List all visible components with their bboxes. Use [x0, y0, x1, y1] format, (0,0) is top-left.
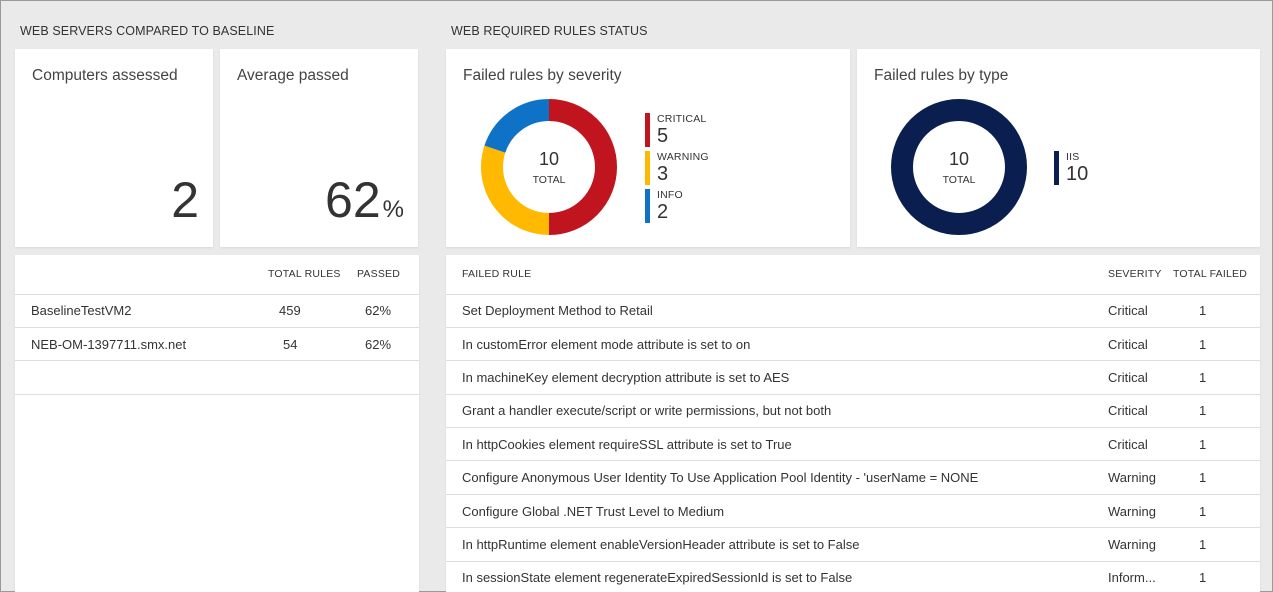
legend-label: WARNING — [657, 151, 709, 163]
severity: Critical — [1091, 360, 1173, 395]
severity: Critical — [1091, 394, 1173, 429]
failed-rule-name: Configure Global .NET Trust Level to Med… — [446, 494, 1091, 529]
total-failed: 1 — [1173, 527, 1260, 562]
table-row[interactable]: Configure Global .NET Trust Level to Med… — [446, 494, 1260, 529]
average-passed-value: 62% — [325, 172, 404, 228]
severity: Inform... — [1091, 561, 1173, 592]
total-failed: 1 — [1173, 494, 1260, 529]
col-total-failed[interactable]: TOTAL FAILED — [1173, 255, 1260, 295]
failed-rule-name: In httpCookies element requireSSL attrib… — [446, 427, 1091, 462]
severity: Warning — [1091, 527, 1173, 562]
legend-label: CRITICAL — [657, 113, 707, 125]
severity-donut-chart[interactable]: 10 TOTAL — [479, 97, 619, 237]
severity-total-value: 10 — [539, 149, 559, 169]
total-failed: 1 — [1173, 360, 1260, 395]
failed-rule-name: Configure Anonymous User Identity To Use… — [446, 460, 1091, 495]
failed-rules-table: FAILED RULE SEVERITY TOTAL FAILED Set De… — [446, 255, 1260, 592]
table-row[interactable]: NEB-OM-1397711.smx.net 54 62% — [15, 327, 419, 362]
failed-rule-name: In customError element mode attribute is… — [446, 327, 1091, 362]
computer-name: NEB-OM-1397711.smx.net — [15, 327, 245, 362]
legend-swatch-critical — [645, 113, 650, 147]
failed-rule-name: In machineKey element decryption attribu… — [446, 360, 1091, 395]
total-failed: 1 — [1173, 460, 1260, 495]
average-passed-label: Average passed — [237, 67, 349, 84]
percent-unit: % — [382, 196, 404, 223]
total-failed: 1 — [1173, 394, 1260, 429]
severity-donut-tile[interactable]: Failed rules by severity 10 TOTAL CRITIC… — [446, 49, 850, 247]
failed-rule-name: Set Deployment Method to Retail — [446, 294, 1091, 328]
computers-table: TOTAL RULES PASSED BaselineTestVM2 459 6… — [15, 255, 419, 395]
severity-donut-title: Failed rules by severity — [463, 67, 622, 84]
severity-total-label: TOTAL — [533, 174, 566, 186]
legend-label: IIS — [1066, 151, 1080, 163]
type-donut-tile[interactable]: Failed rules by type 10 TOTAL IIS 10 — [857, 49, 1260, 247]
total-failed: 1 — [1173, 327, 1260, 362]
computers-assessed-label: Computers assessed — [32, 67, 178, 84]
table-row[interactable]: In sessionState element regenerateExpire… — [446, 561, 1260, 592]
total-rules: 54 — [245, 327, 345, 362]
type-donut-title: Failed rules by type — [874, 67, 1009, 84]
passed: 62% — [345, 327, 419, 362]
legend-value: 10 — [1066, 163, 1089, 185]
col-name — [15, 255, 245, 295]
total-failed: 1 — [1173, 294, 1260, 328]
legend-value: 3 — [657, 163, 669, 185]
col-severity[interactable]: SEVERITY — [1091, 255, 1173, 295]
type-total-value: 10 — [949, 149, 969, 169]
type-total-label: TOTAL — [943, 174, 976, 186]
severity: Warning — [1091, 494, 1173, 529]
empty-row — [15, 360, 419, 395]
failed-rule-name: In httpRuntime element enableVersionHead… — [446, 527, 1091, 562]
severity: Warning — [1091, 460, 1173, 495]
severity: Critical — [1091, 427, 1173, 462]
failed-rule-name: In sessionState element regenerateExpire… — [446, 561, 1091, 592]
failed-rule-name: Grant a handler execute/script or write … — [446, 394, 1091, 429]
type-donut-chart[interactable]: 10 TOTAL — [889, 97, 1029, 237]
computers-table-panel: TOTAL RULES PASSED BaselineTestVM2 459 6… — [15, 255, 419, 592]
legend-swatch-warning — [645, 151, 650, 185]
legend-value: 5 — [657, 125, 669, 147]
table-row[interactable]: Grant a handler execute/script or write … — [446, 394, 1260, 429]
type-legend: IIS 10 — [1054, 151, 1088, 189]
legend-item-info[interactable]: INFO 2 — [645, 189, 709, 227]
legend-swatch-info — [645, 189, 650, 223]
severity: Critical — [1091, 294, 1173, 328]
legend-item-critical[interactable]: CRITICAL 5 — [645, 113, 709, 151]
section-title-baseline: WEB SERVERS COMPARED TO BASELINE — [20, 24, 275, 38]
severity: Critical — [1091, 327, 1173, 362]
legend-label: INFO — [657, 189, 683, 201]
section-title-required-rules: WEB REQUIRED RULES STATUS — [451, 24, 648, 38]
total-failed: 1 — [1173, 561, 1260, 592]
legend-value: 2 — [657, 201, 669, 223]
table-row[interactable]: In customError element mode attribute is… — [446, 327, 1260, 362]
average-passed-tile[interactable]: Average passed 62% — [220, 49, 418, 247]
table-row[interactable]: In machineKey element decryption attribu… — [446, 360, 1260, 395]
total-failed: 1 — [1173, 427, 1260, 462]
table-row[interactable]: In httpRuntime element enableVersionHead… — [446, 527, 1260, 562]
legend-swatch-iis — [1054, 151, 1059, 185]
table-row[interactable]: Configure Anonymous User Identity To Use… — [446, 460, 1260, 495]
col-passed[interactable]: PASSED — [345, 255, 419, 295]
passed: 62% — [345, 294, 419, 328]
col-failed-rule[interactable]: FAILED RULE — [446, 255, 1091, 295]
table-row[interactable]: In httpCookies element requireSSL attrib… — [446, 427, 1260, 462]
table-row[interactable]: BaselineTestVM2 459 62% — [15, 294, 419, 328]
severity-legend: CRITICAL 5 WARNING 3 INFO 2 — [645, 113, 709, 227]
computer-name: BaselineTestVM2 — [15, 294, 245, 328]
col-total-rules[interactable]: TOTAL RULES — [245, 255, 345, 295]
legend-item-warning[interactable]: WARNING 3 — [645, 151, 709, 189]
computers-assessed-tile[interactable]: Computers assessed 2 — [15, 49, 213, 247]
legend-item-iis[interactable]: IIS 10 — [1054, 151, 1088, 189]
total-rules: 459 — [245, 294, 345, 328]
failed-rules-panel: FAILED RULE SEVERITY TOTAL FAILED Set De… — [446, 255, 1260, 592]
table-row[interactable]: Set Deployment Method to Retail Critical 1 — [446, 294, 1260, 328]
computers-assessed-value: 2 — [171, 172, 199, 228]
